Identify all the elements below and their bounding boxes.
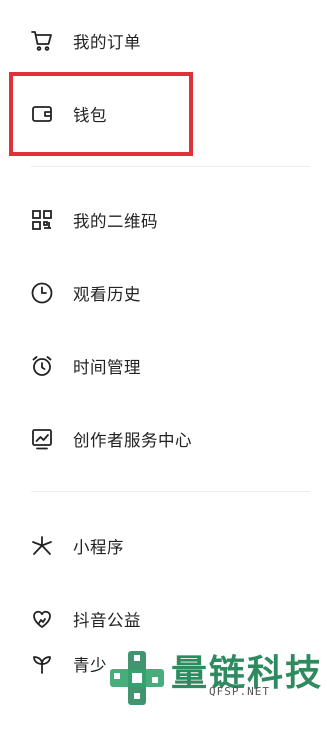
menu-item-qr-code[interactable]: 我的二维码	[0, 192, 327, 248]
cart-icon	[29, 28, 55, 54]
mini-program-icon	[29, 533, 55, 559]
clock-icon	[29, 280, 55, 306]
sprout-icon	[29, 651, 55, 677]
menu-item-mini-program[interactable]: 小程序	[0, 518, 327, 574]
menu-item-history[interactable]: 观看历史	[0, 265, 327, 321]
watermark: 量链科技 QFSP.NET	[108, 640, 327, 730]
menu-item-label: 观看历史	[73, 285, 141, 304]
chart-monitor-icon	[29, 426, 55, 452]
menu-item-label: 我的订单	[73, 33, 141, 52]
menu-item-label: 抖音公益	[73, 611, 141, 630]
watermark-logo-icon	[110, 651, 164, 705]
menu-item-label: 创作者服务中心	[73, 431, 192, 450]
divider	[31, 166, 310, 167]
menu-item-label: 我的二维码	[73, 212, 158, 231]
menu-item-time-management[interactable]: 时间管理	[0, 338, 327, 394]
menu-item-label: 小程序	[73, 538, 124, 557]
menu-item-label: 青少	[73, 656, 107, 675]
menu-item-creator-center[interactable]: 创作者服务中心	[0, 411, 327, 467]
menu-item-orders[interactable]: 我的订单	[0, 13, 327, 69]
watermark-domain: QFSP.NET	[209, 685, 270, 698]
menu-item-label: 时间管理	[73, 358, 141, 377]
heart-icon	[29, 606, 55, 632]
highlight-box	[9, 72, 193, 156]
divider	[31, 491, 310, 492]
alarm-clock-icon	[29, 353, 55, 379]
qr-code-icon	[29, 207, 55, 233]
